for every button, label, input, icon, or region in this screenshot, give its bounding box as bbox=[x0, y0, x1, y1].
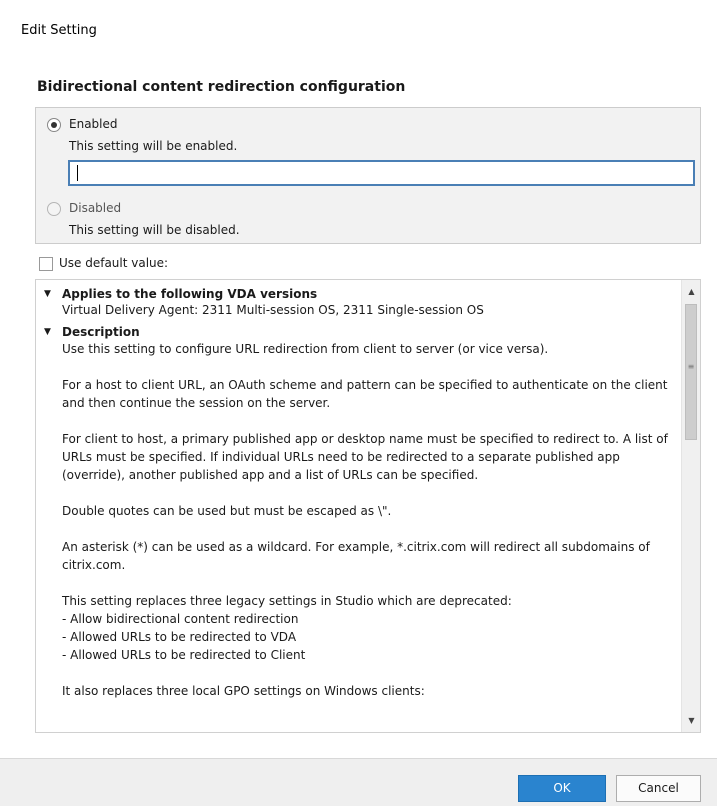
collapse-triangle-icon[interactable]: ▼ bbox=[44, 324, 51, 340]
scroll-down-icon[interactable]: ▼ bbox=[682, 712, 700, 729]
legacy-item: - Allow bidirectional content redirectio… bbox=[62, 612, 299, 626]
dialog-title: Edit Setting bbox=[21, 23, 97, 38]
description-paragraph: For a host to client URL, an OAuth schem… bbox=[62, 378, 668, 410]
disabled-radio[interactable] bbox=[47, 202, 61, 216]
description-paragraph: Double quotes can be used but must be es… bbox=[62, 504, 392, 518]
enabled-description: This setting will be enabled. bbox=[69, 139, 238, 153]
scroll-up-icon[interactable]: ▲ bbox=[682, 283, 700, 300]
info-content: ▼ Applies to the following VDA versions … bbox=[36, 280, 680, 718]
info-panel: ▼ Applies to the following VDA versions … bbox=[35, 279, 701, 733]
enabled-label[interactable]: Enabled bbox=[69, 117, 118, 131]
gpo-intro: It also replaces three local GPO setting… bbox=[62, 684, 425, 698]
description-paragraph: An asterisk (*) can be used as a wildcar… bbox=[62, 540, 650, 572]
legacy-item: - Allowed URLs to be redirected to Clien… bbox=[62, 648, 306, 662]
description-paragraph: Use this setting to configure URL redire… bbox=[62, 342, 549, 356]
scroll-thumb[interactable]: ≡ bbox=[685, 304, 697, 440]
applies-text: Virtual Delivery Agent: 2311 Multi-sessi… bbox=[62, 303, 484, 317]
dialog-footer: OK Cancel bbox=[0, 758, 717, 806]
applies-section-toggle[interactable]: ▼ Applies to the following VDA versions bbox=[40, 286, 680, 302]
collapse-triangle-icon[interactable]: ▼ bbox=[44, 286, 51, 302]
vertical-scrollbar[interactable]: ▲ ≡ ▼ bbox=[681, 280, 700, 732]
applies-heading: Applies to the following VDA versions bbox=[62, 287, 318, 301]
description-body: Use this setting to configure URL redire… bbox=[40, 340, 680, 700]
use-default-label[interactable]: Use default value: bbox=[59, 256, 168, 270]
enabled-radio[interactable] bbox=[47, 118, 61, 132]
option-group: Enabled This setting will be enabled. Di… bbox=[35, 107, 701, 244]
enabled-value-input[interactable] bbox=[68, 160, 695, 186]
description-heading: Description bbox=[62, 325, 140, 339]
setting-title: Bidirectional content redirection config… bbox=[37, 79, 406, 95]
disabled-label[interactable]: Disabled bbox=[69, 201, 121, 215]
disabled-description: This setting will be disabled. bbox=[69, 223, 240, 237]
description-paragraph: For client to host, a primary published … bbox=[62, 432, 668, 482]
use-default-checkbox[interactable] bbox=[39, 257, 53, 271]
legacy-item: - Allowed URLs to be redirected to VDA bbox=[62, 630, 297, 644]
grip-icon: ≡ bbox=[687, 362, 695, 371]
legacy-intro: This setting replaces three legacy setti… bbox=[62, 594, 512, 608]
text-caret bbox=[77, 165, 78, 181]
description-section-toggle[interactable]: ▼ Description bbox=[40, 324, 680, 340]
cancel-button[interactable]: Cancel bbox=[616, 775, 701, 802]
ok-button[interactable]: OK bbox=[518, 775, 606, 802]
